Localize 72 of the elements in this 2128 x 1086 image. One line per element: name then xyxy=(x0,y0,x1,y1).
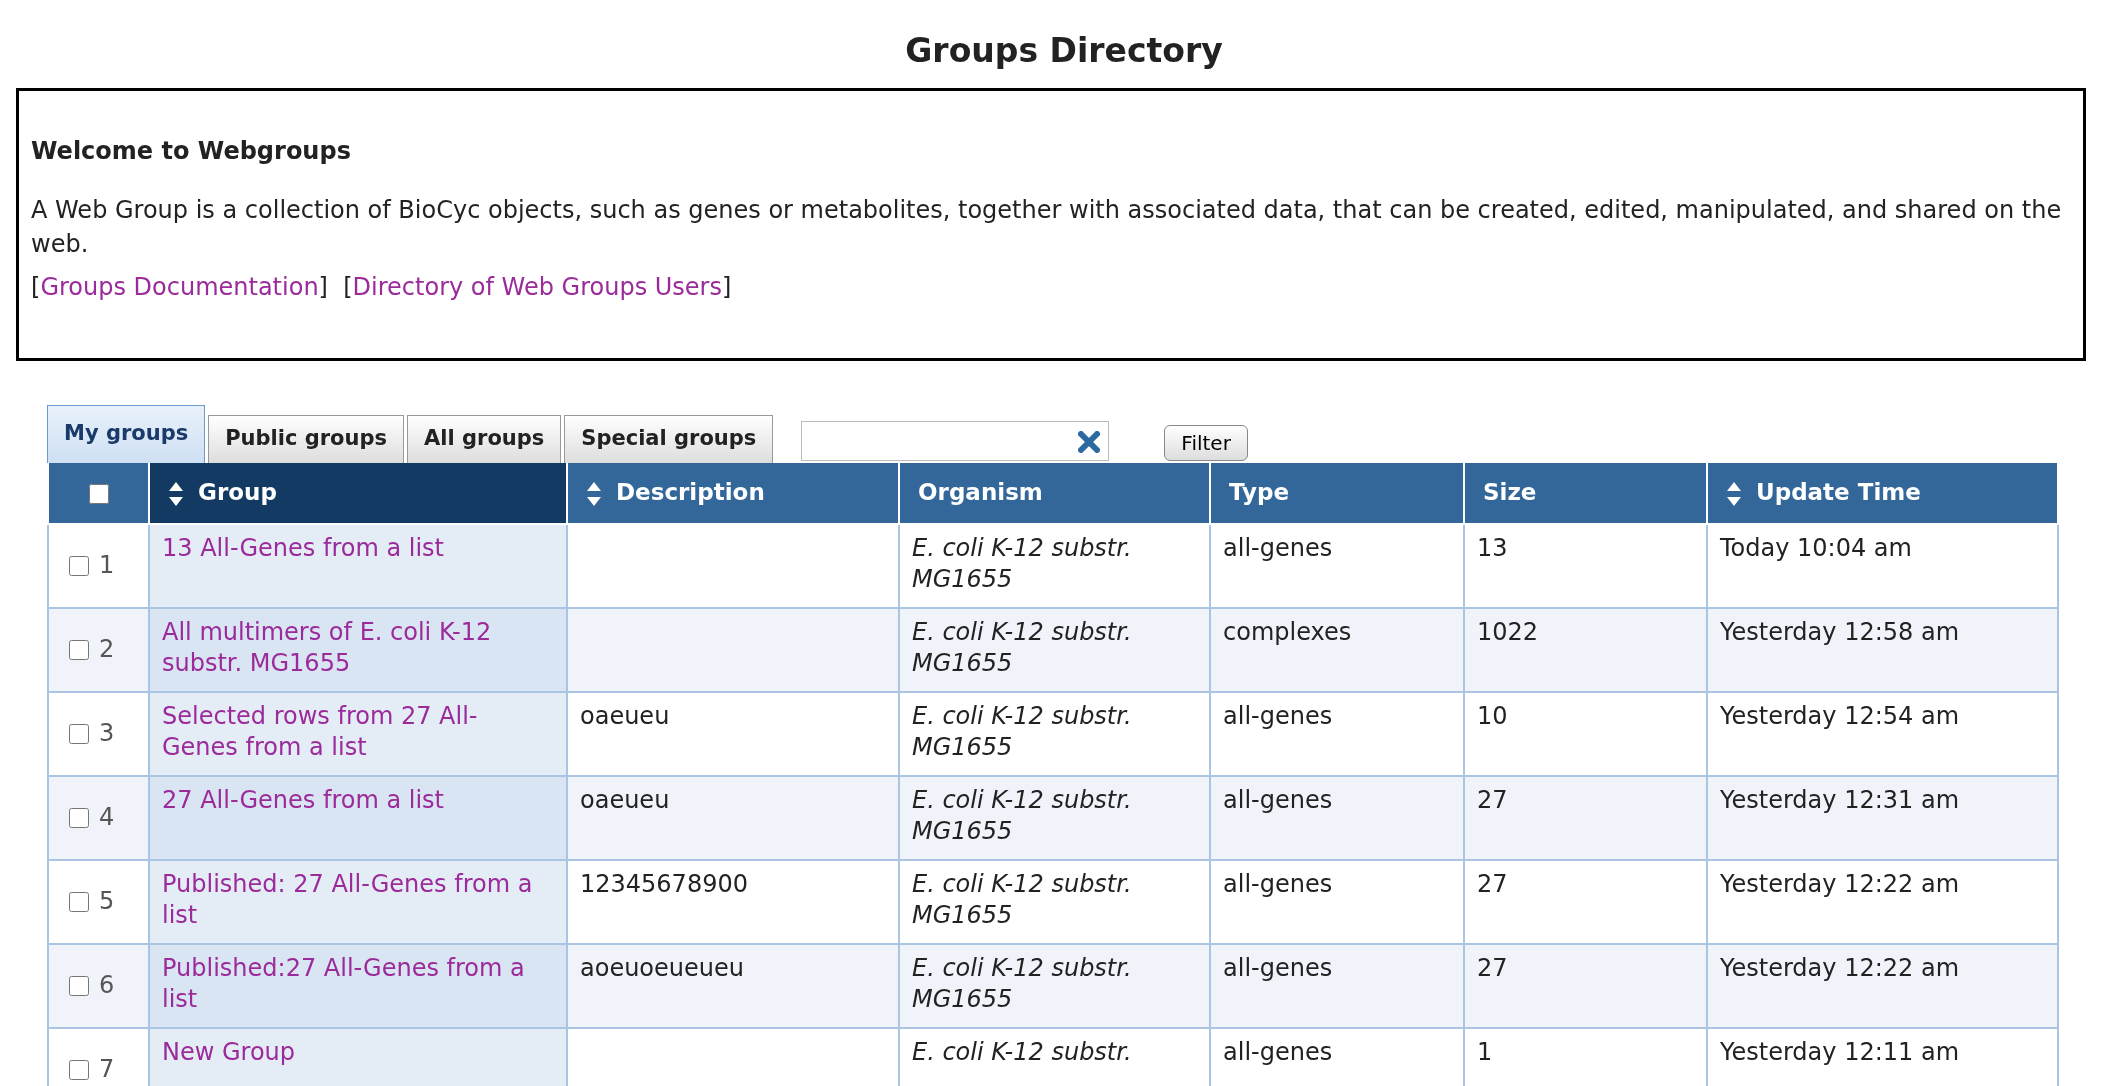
row-checkbox[interactable] xyxy=(69,555,89,576)
column-header[interactable]: Type xyxy=(1210,462,1464,524)
table-cell: 27 xyxy=(1477,953,1508,982)
table-cell: Yesterday 12:22 am xyxy=(1720,953,1959,982)
table-cell: E. coli K-12 substr. MG1655 xyxy=(912,869,1132,929)
tab[interactable]: Special groups xyxy=(564,414,774,463)
row-number: 2 xyxy=(99,634,115,663)
table-cell: Yesterday 12:11 am xyxy=(1720,1037,1959,1066)
select-all-checkbox[interactable] xyxy=(88,483,109,504)
column-header[interactable]: Organism xyxy=(899,462,1210,524)
table-cell: all-genes xyxy=(1223,1037,1333,1066)
table-cell: all-genes xyxy=(1223,701,1333,730)
filter-field[interactable] xyxy=(801,420,1110,461)
documentation-link[interactable]: Directory of Web Groups Users xyxy=(352,273,722,302)
table-cell: Yesterday 12:54 am xyxy=(1720,701,1959,730)
row-checkbox[interactable] xyxy=(69,891,89,912)
row-number: 1 xyxy=(99,550,115,579)
column-header[interactable]: Update Time xyxy=(1707,462,2058,524)
row-checkbox[interactable] xyxy=(69,639,89,660)
table-cell: all-genes xyxy=(1223,953,1333,982)
row-number: 6 xyxy=(99,970,115,999)
column-header[interactable]: Description xyxy=(567,462,899,524)
bracket: [ xyxy=(31,273,41,302)
table-cell: E. coli K-12 substr. xyxy=(912,1037,1132,1066)
bracket: ] xyxy=(722,273,732,302)
intro-text: A Web Group is a collection of BioCyc objects, such as genes or metabolites, together with associated data, that can be created, edited, manipulated, and shared on the web. xyxy=(31,195,2063,260)
table-cell: complexes xyxy=(1223,617,1352,646)
table-cell: 27 xyxy=(1477,869,1508,898)
table-cell: E. coli K-12 substr. MG1655 xyxy=(912,953,1132,1013)
row-checkbox[interactable] xyxy=(69,975,89,996)
table-cell: 13 xyxy=(1477,533,1508,562)
row-number: 7 xyxy=(99,1054,115,1083)
table-cell: Yesterday 12:22 am xyxy=(1720,869,1959,898)
clear-icon[interactable] xyxy=(1078,430,1101,453)
table-cell: Yesterday 12:31 am xyxy=(1720,785,1959,814)
table-cell: Yesterday 12:58 am xyxy=(1720,617,1959,646)
bracket: ] xyxy=(318,273,328,302)
table-cell: 1 xyxy=(1477,1037,1493,1066)
tab[interactable]: All groups xyxy=(407,414,562,463)
table-cell: E. coli K-12 substr. MG1655 xyxy=(912,617,1132,677)
table-cell: E. coli K-12 substr. MG1655 xyxy=(912,785,1132,845)
row-number: 3 xyxy=(99,718,115,747)
row-checkbox[interactable] xyxy=(69,723,89,744)
table-cell: all-genes xyxy=(1223,533,1333,562)
table-cell: E. coli K-12 substr. MG1655 xyxy=(912,533,1132,593)
tab[interactable]: My groups xyxy=(47,404,206,463)
sort-icon[interactable] xyxy=(586,480,602,507)
table-cell: 1022 xyxy=(1477,617,1539,646)
bracket: [ xyxy=(343,273,353,302)
table-cell: oaeueu xyxy=(580,701,670,730)
filter-button[interactable]: Filter xyxy=(1164,424,1248,461)
table-cell: Today 10:04 am xyxy=(1720,533,1912,562)
documentation-link[interactable]: Groups Documentation xyxy=(40,273,319,302)
row-number: 5 xyxy=(99,886,115,915)
table-cell: 27 xyxy=(1477,785,1508,814)
table-cell: 10 xyxy=(1477,701,1508,730)
tab[interactable]: Public groups xyxy=(208,414,405,463)
sort-icon[interactable] xyxy=(168,480,184,507)
column-header[interactable]: Size xyxy=(1464,462,1707,524)
intro-heading: Welcome to Webgroups xyxy=(31,135,352,167)
page-title: Groups Directory xyxy=(904,30,1224,72)
table-cell: E. coli K-12 substr. MG1655 xyxy=(912,701,1132,761)
row-number: 4 xyxy=(99,802,115,831)
table-cell: aoeuoeueueu xyxy=(580,953,744,982)
table-cell: oaeueu xyxy=(580,785,670,814)
table-cell: all-genes xyxy=(1223,869,1333,898)
sort-icon[interactable] xyxy=(1726,480,1742,507)
row-checkbox[interactable] xyxy=(69,807,89,828)
table-cell: all-genes xyxy=(1223,785,1333,814)
row-checkbox[interactable] xyxy=(69,1059,89,1080)
table-cell: 12345678900 xyxy=(580,869,748,898)
column-header[interactable]: Group xyxy=(149,462,567,524)
